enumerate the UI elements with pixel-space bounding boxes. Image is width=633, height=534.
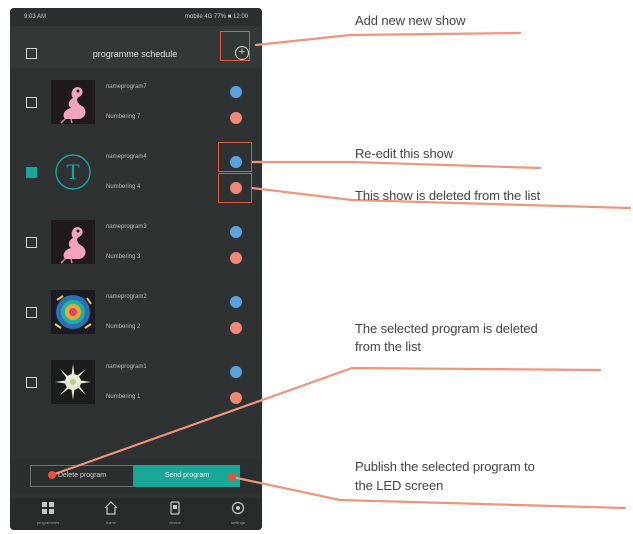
program-name: nameprogram3 — [106, 224, 147, 230]
annotated-screenshot: 9:03 AM mobile 4G 77% ■ 12:00 programme … — [0, 0, 633, 534]
row-checkbox[interactable] — [26, 307, 37, 318]
program-name: nameprogram7 — [106, 84, 147, 90]
settings-icon — [231, 501, 245, 515]
annotation-delete-selected-line1: The selected program is deleted — [355, 321, 538, 336]
program-number: Numbering 4 — [106, 184, 141, 190]
edit-icon[interactable] — [230, 296, 242, 308]
list-item[interactable]: nameprogram1 Numbering 1 — [10, 350, 262, 420]
tab-programmes[interactable]: programmes — [23, 501, 73, 529]
list-item[interactable]: nameprogram2 Numbering 2 — [10, 280, 262, 350]
tab-label: home — [105, 520, 116, 525]
phone-screen: 9:03 AM mobile 4G 77% ■ 12:00 programme … — [10, 8, 262, 530]
program-number: Numbering 2 — [106, 324, 141, 330]
program-thumbnail — [51, 290, 95, 334]
list-item[interactable]: nameprogram3 Numbering 3 — [10, 210, 262, 280]
page-title: programme schedule — [92, 49, 178, 59]
tab-label: settings — [231, 520, 245, 525]
grid-icon — [42, 502, 54, 514]
row-checkbox[interactable] — [26, 237, 37, 248]
program-name: nameprogram1 — [106, 364, 147, 370]
thumbnail-letter: T — [66, 159, 80, 184]
tab-settings[interactable]: settings — [213, 501, 262, 529]
program-name: nameprogram2 — [106, 294, 147, 300]
edit-icon[interactable] — [230, 226, 242, 238]
program-thumbnail: T — [51, 150, 95, 194]
tab-home[interactable]: home — [86, 501, 136, 529]
program-name: nameprogram4 — [106, 154, 147, 160]
program-number: Numbering 1 — [106, 394, 141, 400]
list-item[interactable]: nameprogram7 Numbering 7 — [10, 70, 262, 140]
delete-icon[interactable] — [230, 252, 242, 264]
annotation-delete-selected-line2: from the list — [355, 339, 421, 354]
annotation-publish-line1: Publish the selected program to — [355, 459, 535, 474]
edit-icon[interactable] — [230, 366, 242, 378]
tab-device[interactable]: device — [150, 501, 200, 529]
annotation-delete: This show is deleted from the list — [355, 188, 541, 203]
program-thumbnail — [51, 360, 95, 404]
edit-icon[interactable] — [230, 86, 242, 98]
delete-icon[interactable] — [230, 322, 242, 334]
row-checkbox[interactable] — [26, 167, 37, 178]
annotation-add: Add new new show — [355, 13, 466, 28]
send-program-button[interactable]: Send program — [134, 465, 240, 487]
delete-program-button[interactable]: Delete program — [30, 465, 134, 487]
program-thumbnail — [51, 220, 95, 264]
callout-box-add — [220, 31, 250, 61]
device-icon — [170, 501, 180, 515]
action-bar: Delete program Send program — [10, 458, 262, 493]
row-checkbox[interactable] — [26, 97, 37, 108]
status-bar: 9:03 AM mobile 4G 77% ■ 12:00 — [10, 8, 262, 26]
annotation-publish-line2: the LED screen — [355, 478, 444, 493]
delete-icon[interactable] — [230, 112, 242, 124]
home-icon — [104, 501, 118, 515]
delete-icon[interactable] — [230, 392, 242, 404]
tab-label: programmes — [36, 520, 60, 525]
select-all-checkbox[interactable] — [26, 48, 37, 59]
bottom-tab-bar: programmes home device settings — [10, 498, 262, 530]
annotation-edit: Re-edit this show — [355, 146, 454, 161]
program-number: Numbering 3 — [106, 254, 141, 260]
status-right: mobile 4G 77% ■ 12:00 — [185, 14, 248, 20]
tab-label: device — [169, 520, 181, 525]
status-left: 9:03 AM — [24, 14, 47, 20]
callout-box-delete — [218, 173, 252, 203]
program-thumbnail — [51, 80, 95, 124]
row-checkbox[interactable] — [26, 377, 37, 388]
program-number: Numbering 7 — [106, 114, 141, 120]
callout-box-edit — [218, 142, 252, 172]
